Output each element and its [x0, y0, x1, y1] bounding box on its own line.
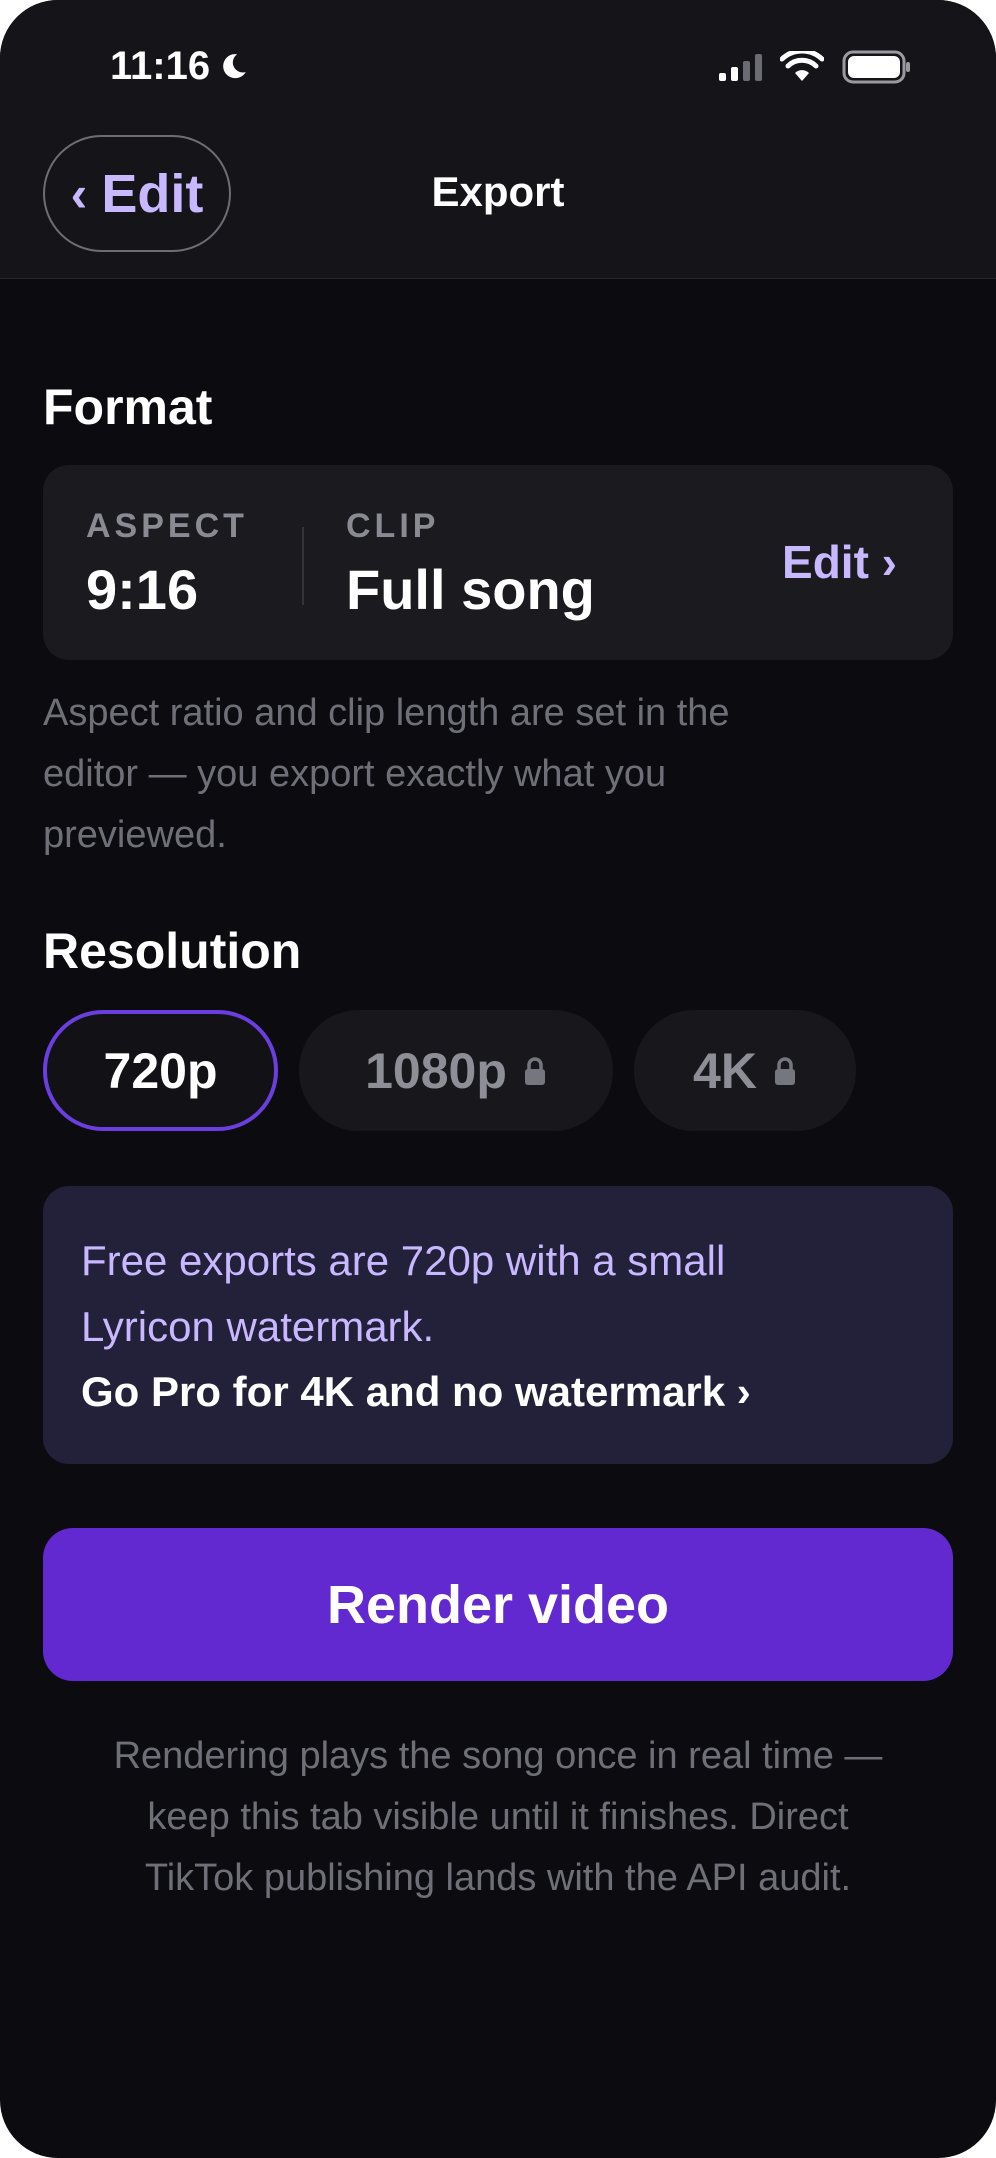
resolution-option-label: 4K	[693, 1042, 757, 1099]
resolution-option-4k[interactable]: 4K	[634, 1010, 856, 1131]
wifi-icon	[780, 51, 824, 81]
resolution-option-1080p[interactable]: 1080p	[299, 1010, 613, 1131]
format-edit-link[interactable]: Edit ›	[782, 535, 897, 589]
format-helper-text: Aspect ratio and clip length are set in …	[43, 683, 943, 866]
render-info-text: Rendering plays the song once in real ti…	[43, 1726, 953, 1909]
moon-icon	[223, 53, 246, 78]
resolution-section-title: Resolution	[43, 923, 302, 979]
go-pro-link[interactable]: Go Pro for 4K and no watermark ›	[81, 1368, 915, 1416]
promo-text-line: Free exports are 720p with a small	[81, 1237, 726, 1284]
promo-text-line: Lyricon watermark.	[81, 1303, 435, 1350]
aspect-value: 9:16	[86, 558, 199, 621]
format-card: ASPECT 9:16 CLIP Full song Edit ›	[43, 465, 953, 660]
footer-line: keep this tab visible until it finishes.…	[147, 1796, 849, 1838]
clock-text: 11:16	[110, 44, 211, 88]
resolution-option-label: 1080p	[365, 1042, 507, 1099]
helper-line: Aspect ratio and clip length are set in …	[43, 692, 730, 734]
status-bar-time: 11:16	[110, 44, 250, 89]
helper-line: editor — you export exactly what you	[43, 753, 667, 795]
pro-upgrade-card: Free exports are 720p with a small Lyric…	[43, 1186, 953, 1464]
resolution-option-label: 720p	[103, 1042, 218, 1099]
clip-value: Full song	[346, 558, 595, 621]
status-bar-icons	[719, 50, 912, 84]
top-bar: 11:16 ‹ Edit Export	[0, 0, 996, 279]
lock-icon	[774, 1056, 795, 1085]
helper-line: previewed.	[43, 814, 227, 856]
aspect-label: ASPECT	[86, 507, 248, 545]
format-section-title: Format	[43, 379, 213, 435]
cellular-signal-icon	[719, 53, 762, 81]
battery-icon	[842, 50, 910, 84]
page-title: Export	[431, 168, 565, 215]
render-video-button[interactable]: Render video	[43, 1528, 953, 1681]
export-screen: 11:16 ‹ Edit Export Format ASPECT 9:16 C…	[0, 0, 996, 2158]
clip-label: CLIP	[346, 507, 440, 545]
resolution-option-720p[interactable]: 720p	[43, 1010, 278, 1131]
footer-line: Rendering plays the song once in real ti…	[113, 1735, 883, 1777]
footer-line: TikTok publishing lands with the API aud…	[144, 1857, 852, 1899]
format-divider	[302, 527, 304, 605]
lock-icon	[524, 1056, 545, 1085]
